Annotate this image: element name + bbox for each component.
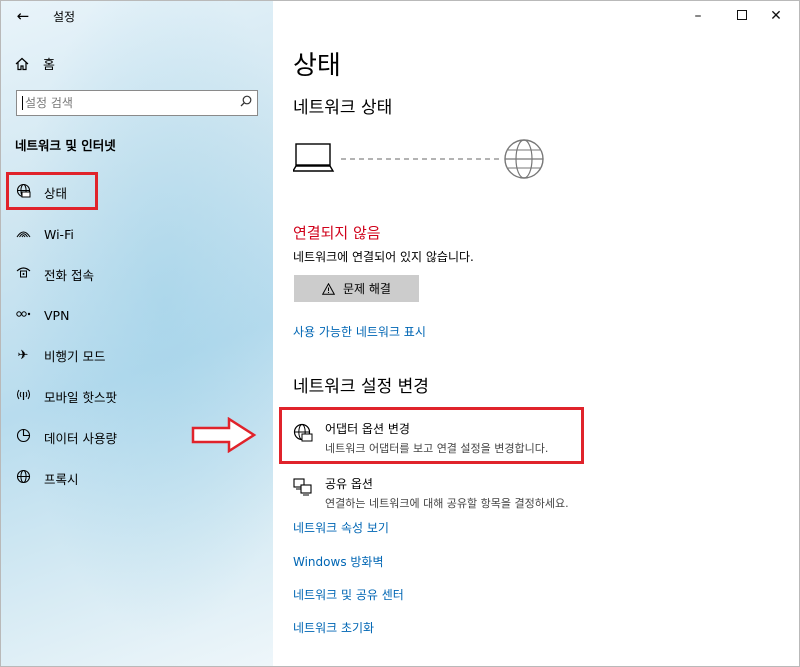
back-arrow-icon[interactable]: ← — [11, 5, 35, 27]
sidebar-item-label: 데이터 사용량 — [44, 430, 117, 446]
vpn-icon — [15, 308, 31, 323]
status-title: 연결되지 않음 — [293, 224, 381, 242]
search-icon[interactable] — [235, 95, 257, 111]
globe-icon — [15, 469, 31, 488]
home-nav[interactable]: 홈 — [15, 54, 55, 73]
sidebar-item-vpn[interactable]: VPN — [15, 303, 69, 327]
sidebar-item-hotspot[interactable]: 모바일 핫스팟 — [15, 384, 117, 408]
airplane-icon: ✈ — [17, 347, 29, 363]
highlight-box-status — [6, 172, 98, 210]
sidebar-item-label: 모바일 핫스팟 — [44, 389, 117, 405]
search-box[interactable] — [16, 90, 258, 116]
status-desc: 네트워크에 연결되어 있지 않습니다. — [293, 250, 474, 264]
sidebar-item-dialup[interactable]: 전화 접속 — [15, 262, 94, 286]
warning-icon — [322, 282, 335, 295]
network-sharing-center-link[interactable]: 네트워크 및 공유 센터 — [293, 586, 404, 603]
sidebar-item-label: 비행기 모드 — [44, 348, 106, 364]
main-content: 상태 네트워크 상태 연결되지 않음 네트워크에 연결되어 있지 않습니다. 문… — [273, 1, 799, 666]
sidebar-item-label: 프록시 — [44, 471, 79, 487]
windows-firewall-link[interactable]: Windows 방화벽 — [293, 553, 384, 570]
data-usage-icon — [15, 428, 31, 447]
network-status-heading: 네트워크 상태 — [293, 98, 393, 118]
sharing-options-item[interactable]: 공유 옵션 연결하는 네트워크에 대해 공유할 항목을 결정하세요. — [293, 475, 569, 511]
sidebar-item-label: VPN — [44, 307, 70, 323]
show-networks-link[interactable]: 사용 가능한 네트워크 표시 — [293, 323, 426, 340]
sidebar-item-label: Wi-Fi — [44, 226, 74, 242]
app-title: 설정 — [53, 10, 76, 24]
sidebar-item-wifi[interactable]: Wi-Fi — [15, 222, 74, 246]
section-title: 네트워크 및 인터넷 — [15, 138, 116, 153]
option-title: 공유 옵션 — [325, 477, 373, 491]
sharing-icon — [293, 475, 313, 511]
home-label: 홈 — [43, 58, 55, 73]
wifi-icon — [15, 226, 31, 243]
red-arrow-icon — [191, 417, 257, 453]
sidebar: ← 설정 홈 네트워크 및 인터넷 상태 Wi-Fi — [1, 1, 273, 666]
network-properties-link[interactable]: 네트워크 속성 보기 — [293, 519, 389, 536]
troubleshoot-button[interactable]: 문제 해결 — [294, 275, 419, 302]
settings-window: ← 설정 홈 네트워크 및 인터넷 상태 Wi-Fi — [0, 0, 800, 667]
change-settings-heading: 네트워크 설정 변경 — [293, 377, 429, 397]
sidebar-item-label: 전화 접속 — [44, 267, 94, 283]
search-input[interactable] — [17, 92, 235, 114]
hotspot-icon — [15, 388, 31, 405]
text-caret — [22, 96, 23, 110]
home-icon — [15, 57, 29, 70]
network-diagram — [293, 139, 544, 179]
sidebar-item-airplane[interactable]: ✈ 비행기 모드 — [15, 343, 106, 367]
laptop-icon — [293, 143, 335, 172]
dial-up-icon — [15, 266, 31, 283]
troubleshoot-label: 문제 해결 — [343, 282, 391, 296]
page-title: 상태 — [293, 51, 341, 81]
option-desc: 연결하는 네트워크에 대해 공유할 항목을 결정하세요. — [325, 497, 569, 510]
internet-globe-icon — [504, 139, 544, 179]
highlight-box-adapter — [279, 407, 584, 464]
sidebar-item-data-usage[interactable]: 데이터 사용량 — [15, 425, 117, 449]
network-reset-link[interactable]: 네트워크 초기화 — [293, 619, 374, 636]
sidebar-item-proxy[interactable]: 프록시 — [15, 466, 79, 490]
